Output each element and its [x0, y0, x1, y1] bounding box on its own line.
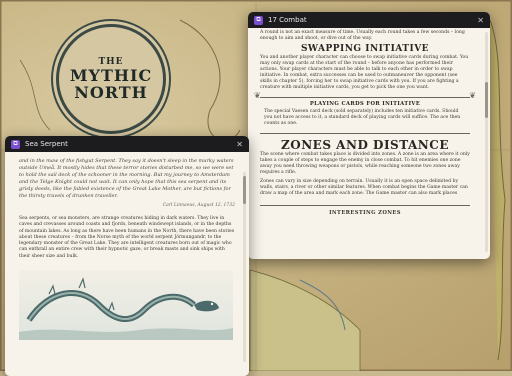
sea-serpent-window[interactable]: ⧉ Sea Serpent ✕ and in the maw of the fi… [5, 136, 249, 376]
combat-scrollbar[interactable] [485, 32, 488, 252]
map-title-seal: THE MYTHIC NORTH [56, 24, 166, 134]
combat-titlebar[interactable]: ⧉ 17 Combat ✕ [248, 12, 490, 28]
serpent-illustration [19, 270, 233, 341]
zones-paragraph-1: The scene where combat takes place is di… [260, 152, 470, 175]
app-icon: ⧉ [254, 15, 263, 25]
map-title-line3: NORTH [74, 83, 148, 102]
close-icon[interactable]: ✕ [236, 140, 243, 149]
cards-text: The special Vaesen card deck (sold separ… [264, 109, 461, 126]
zones-paragraph-2: Zones can vary in size depending on terr… [260, 179, 468, 196]
combat-window-title: 17 Combat [268, 16, 307, 24]
quote-signature: Carl Linnaeus, August 12, 1732 [162, 203, 235, 208]
app-icon: ⧉ [11, 139, 20, 149]
cards-box: ❦ ❦ PLAYING CARDS FOR INITIATIVE The spe… [254, 92, 476, 134]
ornament-icon: ❦ [254, 91, 261, 100]
serpent-body-text: Sea serpents, or sea monsters, are stran… [19, 216, 235, 259]
combat-window[interactable]: ⧉ 17 Combat ✕ A round is not an exact me… [248, 12, 490, 259]
ornament-icon: ❦ [469, 91, 476, 100]
cards-heading: PLAYING CARDS FOR INITIATIVE [309, 101, 421, 107]
close-icon[interactable]: ✕ [477, 16, 484, 25]
combat-content: A round is not an exact measure of time.… [248, 28, 482, 259]
zones-heading: ZONES AND DISTANCE [281, 138, 449, 152]
swap-paragraph: You and another player character can cho… [260, 55, 469, 90]
serpent-scroll-thumb[interactable] [243, 176, 246, 204]
serpent-titlebar[interactable]: ⧉ Sea Serpent ✕ [5, 136, 249, 152]
combat-scroll-thumb[interactable] [485, 82, 488, 118]
serpent-content: and in the maw of the fishgut Serpent. T… [5, 152, 249, 376]
combat-intro-text: A round is not an exact measure of time.… [260, 30, 465, 41]
map-title-line2: MYTHIC [69, 66, 153, 85]
handwritten-quote: and in the maw of the fishgut Serpent. T… [19, 158, 234, 199]
serpent-window-title: Sea Serpent [25, 140, 68, 148]
swap-heading: SWAPPING INITIATIVE [300, 44, 430, 54]
interesting-zones-heading: INTERESTING ZONES [260, 205, 470, 216]
